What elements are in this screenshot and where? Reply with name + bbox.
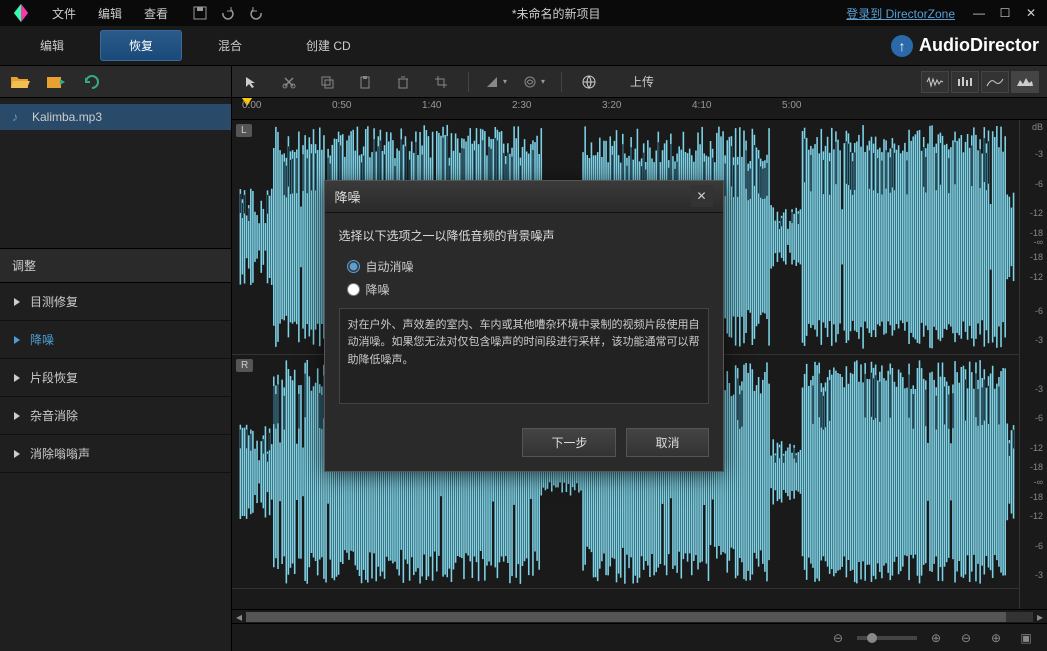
noise-reduction-dialog: 降噪 ✕ 选择以下选项之一以降低音频的背景噪声 自动消噪 降噪 对在户外、声效差… — [324, 180, 724, 472]
radio-input[interactable] — [347, 283, 360, 296]
modal-overlay: 降噪 ✕ 选择以下选项之一以降低音频的背景噪声 自动消噪 降噪 对在户外、声效差… — [0, 0, 1047, 651]
radio-auto-denoise[interactable]: 自动消噪 — [339, 258, 709, 275]
dialog-title: 降噪 — [335, 187, 361, 206]
radio-input[interactable] — [347, 260, 360, 273]
dialog-prompt: 选择以下选项之一以降低音频的背景噪声 — [339, 227, 709, 244]
next-button[interactable]: 下一步 — [522, 428, 616, 457]
radio-label: 自动消噪 — [366, 258, 414, 275]
cancel-button[interactable]: 取消 — [626, 428, 708, 457]
radio-label: 降噪 — [366, 281, 390, 298]
radio-noise-reduction[interactable]: 降噪 — [339, 281, 709, 298]
dialog-close-button[interactable]: ✕ — [691, 185, 713, 207]
dialog-description: 对在户外、声效差的室内、车内或其他嘈杂环境中录制的视频片段使用自动消噪。如果您无… — [339, 308, 709, 404]
